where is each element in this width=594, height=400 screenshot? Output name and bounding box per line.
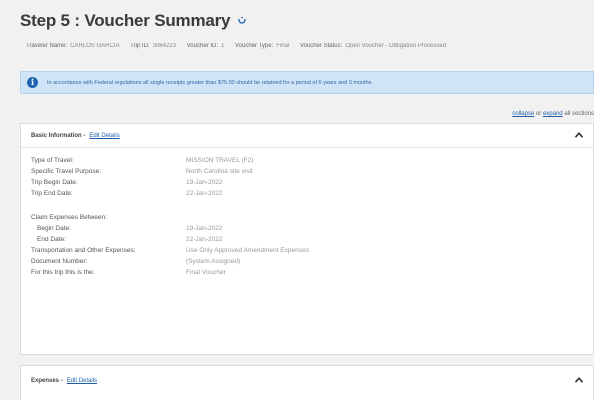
info-trip-id: Trip ID: 3084223: [130, 43, 176, 49]
info-voucher-type: Voucher Type: Final: [235, 43, 290, 49]
detail-row-travel-purpose: Specific Travel Purpose: North Carolina s…: [31, 168, 253, 175]
info-traveler-name: Traveler Name: CARLOS GARCIA: [26, 43, 120, 49]
info-voucher-id: Voucher ID: 1: [186, 43, 225, 49]
info-voucher-status: Voucher Status: Open Voucher - Obligation…: [299, 43, 447, 49]
info-icon: i: [27, 77, 38, 88]
page-title: Step 5 : Voucher Summary: [20, 11, 231, 30]
detail-row-claim-begin-date: Begin Date: 19-Jan-2022: [37, 225, 223, 232]
detail-row-claim-end-date: End Date: 22-Jan-2022: [37, 236, 223, 243]
basic-information-header[interactable]: Basic Information - Edit Details: [21, 124, 593, 148]
basic-information-details: Type of Travel: MISSION TRAVEL (F2) Speci…: [31, 157, 571, 280]
expenses-header[interactable]: Expenses - Edit Details: [21, 366, 593, 396]
alert-text: In accordance with Federal regulations a…: [47, 79, 373, 86]
receipt-retention-alert: i In accordance with Federal regulations…: [20, 71, 594, 94]
detail-row-trip-end-date: Trip End Date: 22-Jan-2022: [31, 190, 223, 197]
basic-information-title: Basic Information -: [31, 132, 86, 139]
expand-collapse-controls: collapse or expand all sections: [512, 111, 594, 117]
voucher-info-bar: Traveler Name: CARLOS GARCIA Trip ID: 3084…: [26, 43, 594, 55]
basic-info-edit-details-link[interactable]: Edit Details: [89, 133, 119, 139]
chevron-up-icon[interactable]: [575, 377, 583, 383]
expenses-title: Expenses -: [31, 378, 63, 384]
detail-row-claim-expenses-between: Claim Expenses Between:: [31, 214, 107, 221]
detail-row-transportation-expenses: Transportation and Other Expenses: Use On…: [31, 247, 309, 254]
detail-row-document-number: Document Number: (System Assigned): [31, 258, 241, 265]
detail-row-type-of-travel: Type of Travel: MISSION TRAVEL (F2): [31, 157, 254, 164]
basic-information-panel: Basic Information - Edit Details Type of…: [20, 123, 594, 355]
detail-row-trip-begin-date: Trip Begin Date: 19-Jan-2022: [31, 179, 223, 186]
expand-all-link[interactable]: expand: [543, 111, 563, 117]
help-icon[interactable]: [236, 15, 248, 27]
expenses-edit-details-link[interactable]: Edit Details: [67, 378, 97, 384]
collapse-all-link[interactable]: collapse: [512, 111, 534, 117]
expenses-panel: Expenses - Edit Details: [20, 365, 594, 400]
chevron-up-icon[interactable]: [575, 132, 583, 138]
detail-row-voucher-kind: For this trip this is the: Final Voucher: [31, 269, 226, 276]
page-title-row: Step 5 : Voucher Summary: [20, 9, 248, 33]
